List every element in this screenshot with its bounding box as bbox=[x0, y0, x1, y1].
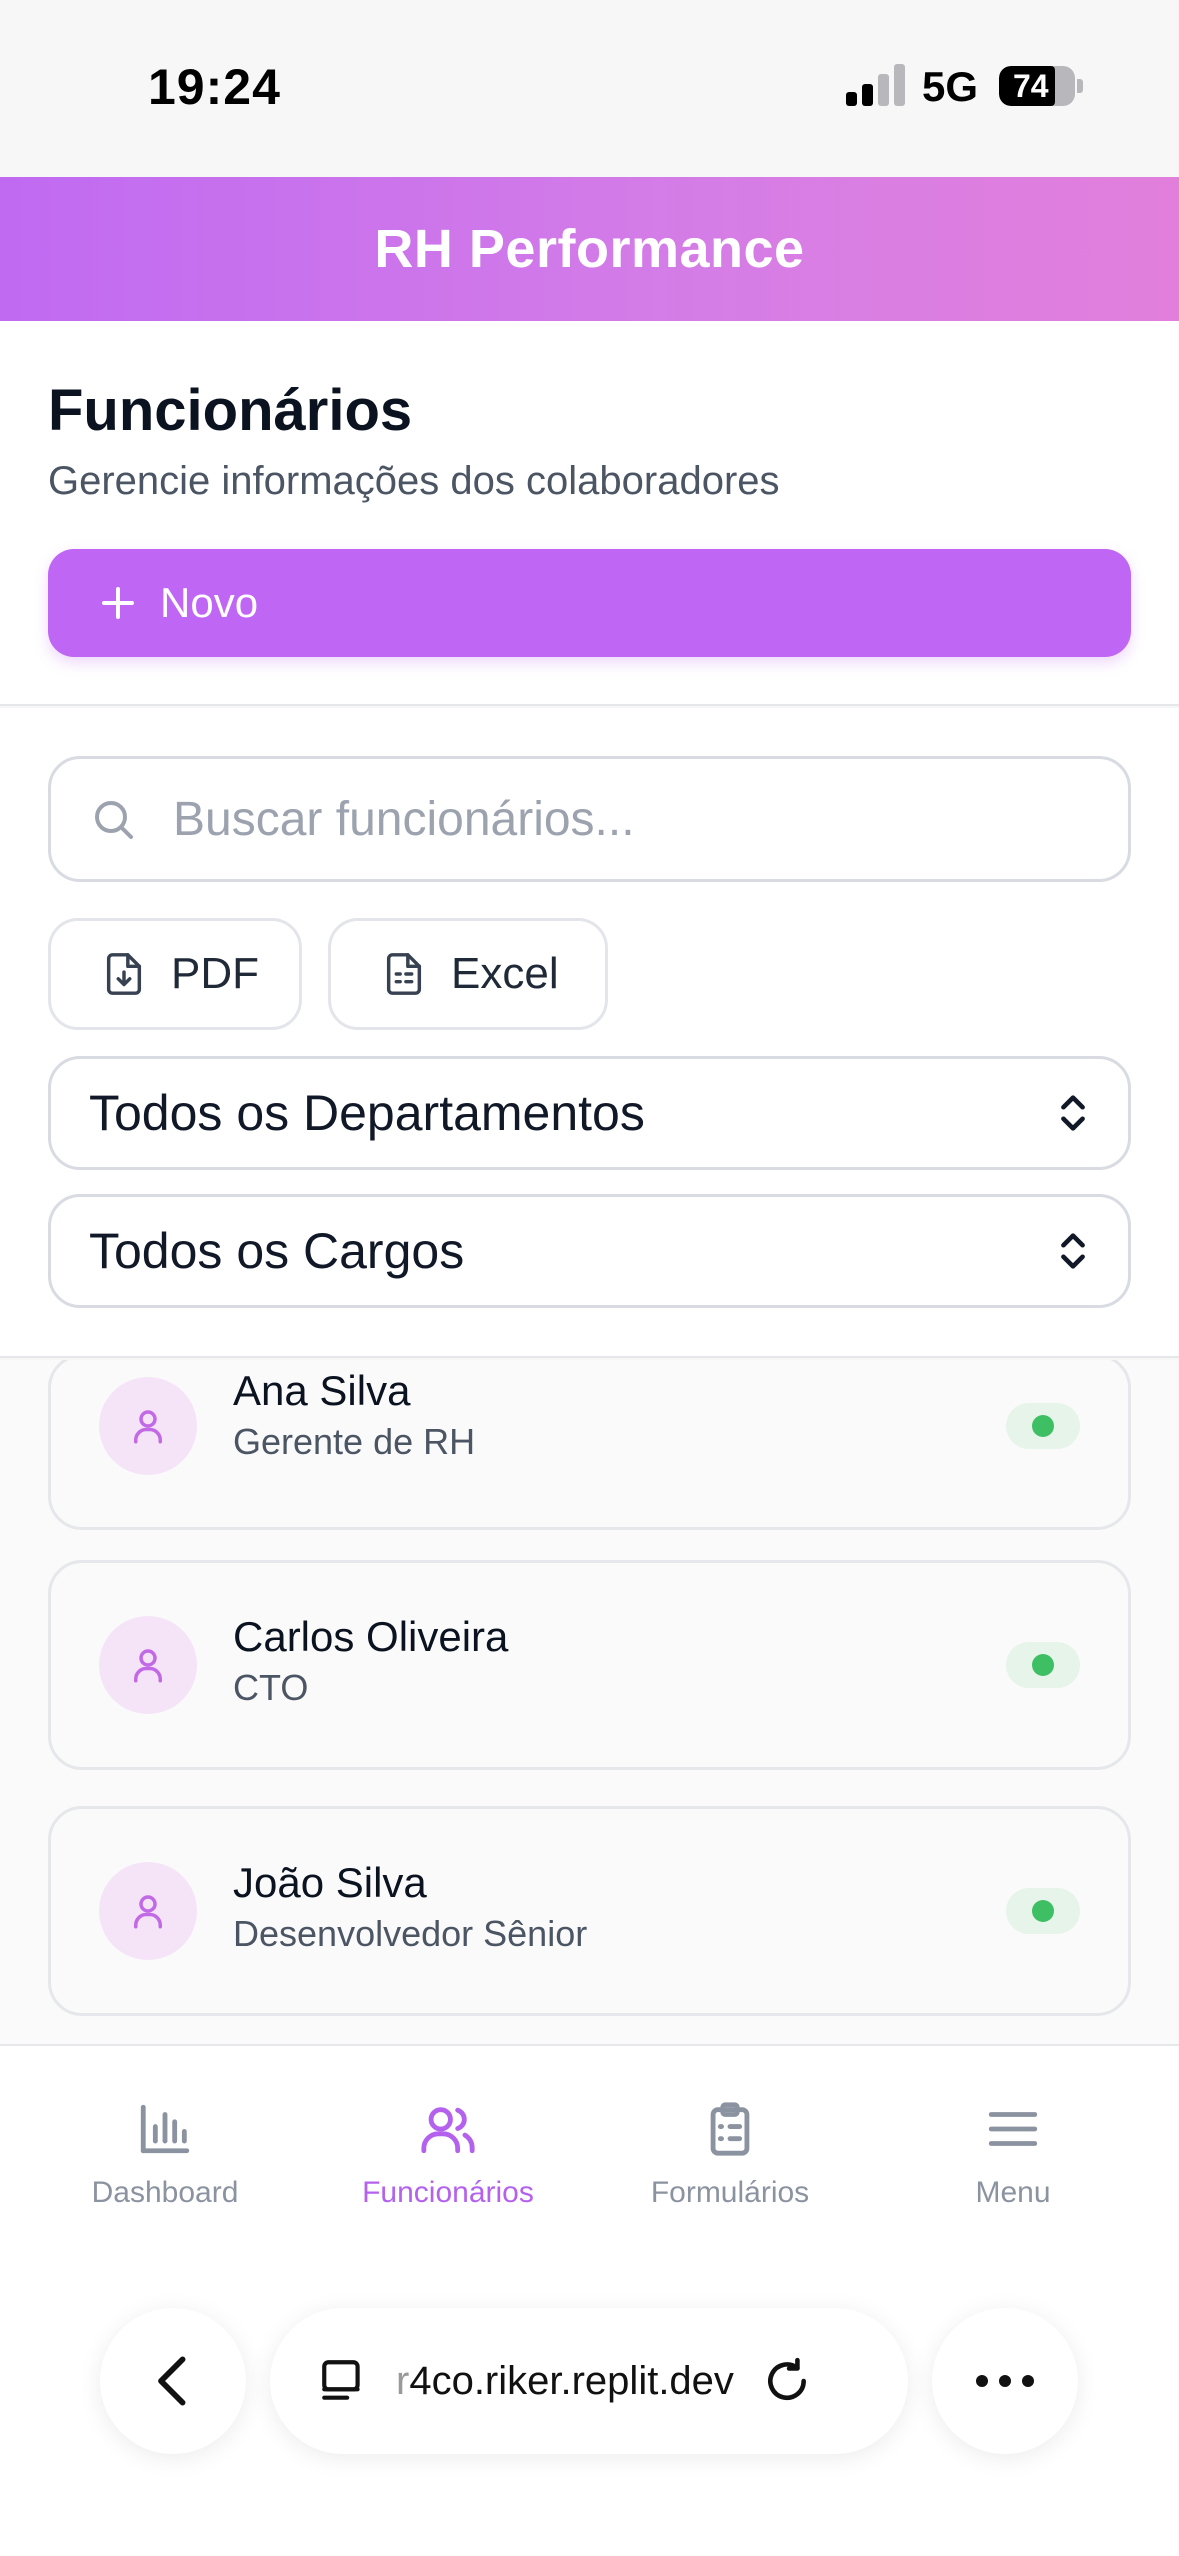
role-select[interactable]: Todos os Cargos bbox=[48, 1194, 1131, 1308]
tab-funcionarios[interactable]: Funcionários bbox=[338, 2100, 558, 2210]
search-icon bbox=[95, 801, 133, 839]
tab-formularios[interactable]: Formulários bbox=[620, 2100, 840, 2210]
more-options-button[interactable] bbox=[932, 2308, 1078, 2454]
status-badge bbox=[1006, 1642, 1080, 1688]
battery-icon: 74 bbox=[999, 66, 1075, 106]
chevron-up-down-icon bbox=[1061, 1233, 1085, 1269]
app-header: RH Performance bbox=[0, 177, 1179, 321]
status-time: 19:24 bbox=[148, 59, 281, 115]
status-badge bbox=[1006, 1888, 1080, 1934]
url-faded-prefix: r bbox=[396, 2358, 410, 2403]
ellipsis-icon bbox=[976, 2375, 1034, 2387]
signal-icon bbox=[846, 64, 906, 106]
export-excel-button[interactable]: Excel bbox=[328, 918, 608, 1030]
file-download-icon bbox=[106, 953, 142, 995]
plus-icon bbox=[98, 583, 138, 623]
employee-name: Carlos Oliveira bbox=[233, 1613, 509, 1660]
app-title: RH Performance bbox=[374, 219, 805, 279]
new-employee-button[interactable]: Novo bbox=[48, 549, 1131, 657]
avatar bbox=[99, 1616, 197, 1714]
address-bar[interactable]: r4co.riker.replit.dev bbox=[270, 2308, 908, 2454]
employee-card[interactable]: Carlos Oliveira CTO bbox=[48, 1560, 1131, 1770]
tab-label: Dashboard bbox=[91, 2176, 239, 2209]
avatar bbox=[99, 1377, 197, 1475]
employee-card[interactable]: Ana Silva Gerente de RH bbox=[48, 1360, 1131, 1530]
browser-toolbar: r4co.riker.replit.dev bbox=[0, 2300, 1179, 2556]
new-employee-label: Novo bbox=[160, 579, 259, 626]
page-subtitle: Gerencie informações dos colaboradores bbox=[48, 459, 780, 503]
menu-icon bbox=[988, 2112, 1038, 2146]
tabs-overview-icon[interactable] bbox=[318, 2356, 368, 2406]
search-input[interactable] bbox=[173, 791, 1073, 847]
export-pdf-button[interactable]: PDF bbox=[48, 918, 302, 1030]
user-icon bbox=[134, 1895, 162, 1929]
clipboard-icon bbox=[710, 2102, 750, 2156]
tab-dashboard[interactable]: Dashboard bbox=[55, 2100, 275, 2210]
department-select-value: Todos os Departamentos bbox=[89, 1085, 645, 1141]
tab-label: Formulários bbox=[650, 2176, 810, 2209]
spreadsheet-icon bbox=[386, 953, 422, 995]
employee-role: Desenvolvedor Sênior bbox=[233, 1913, 588, 1954]
page-header: Funcionários Gerencie informações dos co… bbox=[0, 321, 1179, 706]
export-excel-label: Excel bbox=[451, 949, 559, 998]
users-icon bbox=[421, 2107, 475, 2154]
export-pdf-label: PDF bbox=[171, 949, 259, 998]
status-badge bbox=[1006, 1403, 1080, 1449]
battery-level: 74 bbox=[1013, 68, 1049, 104]
bar-chart-icon bbox=[140, 2104, 190, 2154]
department-select[interactable]: Todos os Departamentos bbox=[48, 1056, 1131, 1170]
network-type: 5G bbox=[922, 63, 979, 110]
employee-role: Gerente de RH bbox=[233, 1421, 476, 1462]
page-title: Funcionários bbox=[48, 378, 413, 443]
status-bar: 19:24 5G 74 bbox=[0, 0, 1179, 177]
reload-icon[interactable] bbox=[762, 2356, 812, 2406]
back-button[interactable] bbox=[100, 2308, 246, 2454]
user-icon bbox=[134, 1649, 162, 1683]
employee-name: João Silva bbox=[233, 1859, 427, 1906]
url-text: r4co.riker.replit.dev bbox=[396, 2359, 734, 2404]
chevron-left-icon bbox=[158, 2356, 186, 2406]
tab-menu[interactable]: Menu bbox=[903, 2100, 1123, 2210]
employee-card[interactable]: João Silva Desenvolvedor Sênior bbox=[48, 1806, 1131, 2016]
avatar bbox=[99, 1862, 197, 1960]
user-icon bbox=[134, 1410, 162, 1444]
employee-list[interactable]: Ana Silva Gerente de RH Carlos Oliveira … bbox=[0, 1360, 1179, 2044]
chevron-up-down-icon bbox=[1061, 1095, 1085, 1131]
url-domain: 4co.riker.replit.dev bbox=[409, 2358, 734, 2403]
battery-tip bbox=[1077, 79, 1083, 93]
employee-name: Ana Silva bbox=[233, 1367, 411, 1414]
tab-label: Funcionários bbox=[362, 2176, 534, 2209]
search-box[interactable] bbox=[48, 756, 1131, 882]
role-select-value: Todos os Cargos bbox=[89, 1223, 465, 1279]
filters-panel: PDF Excel Todos os Departamentos Todos o… bbox=[0, 708, 1179, 1358]
tab-label: Menu bbox=[975, 2176, 1051, 2209]
employee-role: CTO bbox=[233, 1667, 309, 1708]
